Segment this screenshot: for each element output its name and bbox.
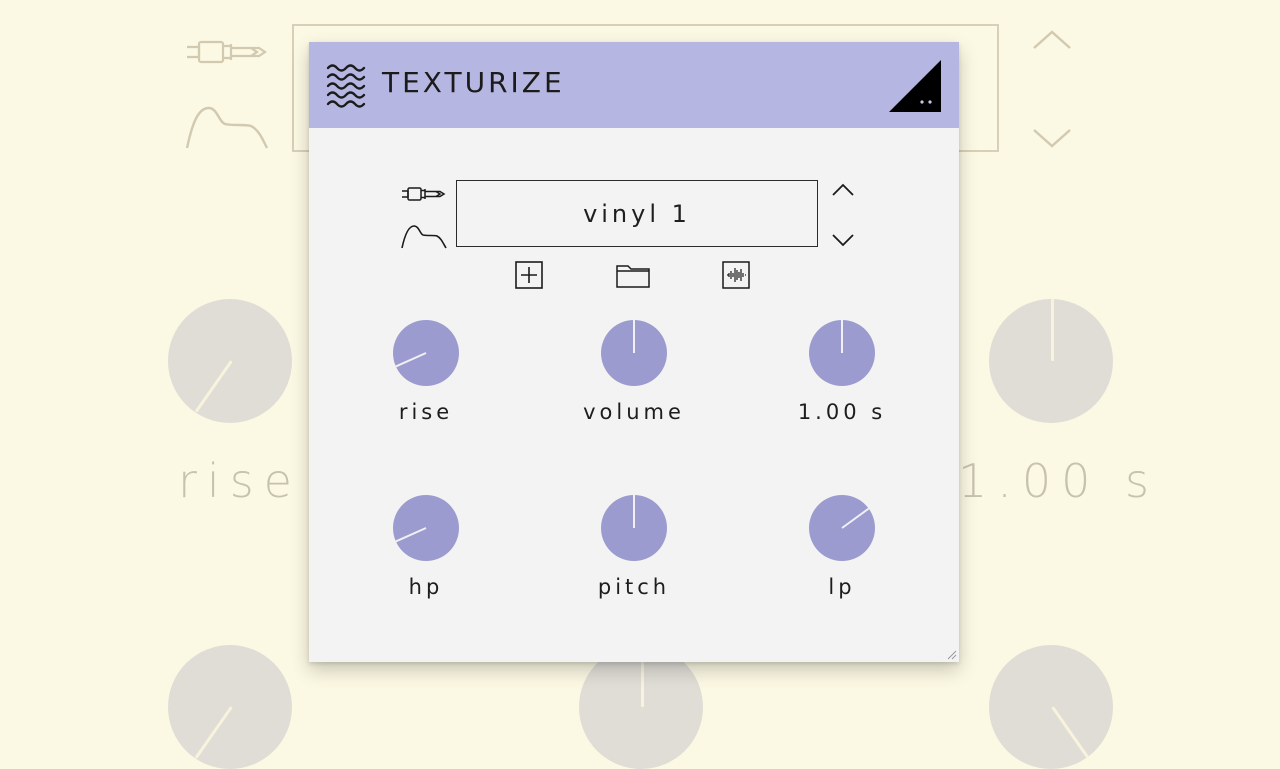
knob-lp-indicator [841, 507, 870, 529]
plugin-title: TEXTURIZE [382, 66, 565, 99]
knob-hp[interactable] [393, 495, 459, 561]
knob-hp-indicator [395, 527, 427, 543]
preset-next-chevron-down-icon[interactable] [831, 232, 855, 248]
sample-waveform-icon[interactable] [721, 260, 751, 290]
plugin-header: TEXTURIZE [309, 42, 959, 128]
envelope-icon [401, 225, 447, 249]
waves-logo-icon [326, 64, 366, 108]
knob-lp[interactable] [809, 495, 875, 561]
preset-previous-chevron-up-icon[interactable] [831, 182, 855, 198]
knob-time-indicator [841, 320, 843, 353]
background-knob-pitch [579, 645, 703, 769]
background-envelope-icon [185, 106, 269, 149]
background-label-time: 1.00 s [958, 454, 1160, 508]
knob-volume-label: volume [583, 400, 685, 424]
background-knob-hp [168, 645, 292, 769]
knob-volume-indicator [633, 320, 635, 353]
background-chevron-down-icon [1033, 129, 1071, 148]
knob-hp-label: hp [408, 575, 444, 599]
background-label-rise: rise [178, 454, 302, 508]
knob-pitch-label: pitch [597, 575, 671, 599]
preset-name-display[interactable]: vinyl 1 [456, 180, 818, 247]
background-chevron-up-icon [1033, 30, 1071, 49]
background-knob-rise [168, 299, 292, 423]
load-folder-icon[interactable] [615, 260, 651, 290]
background-cable-icon [187, 40, 267, 64]
texturize-plugin-window: TEXTURIZE vinyl 1 rise volume 1.00 s hp … [309, 42, 959, 662]
knob-rise[interactable] [393, 320, 459, 386]
knob-pitch[interactable] [601, 495, 667, 561]
new-preset-plus-square-icon[interactable] [514, 260, 544, 290]
knob-pitch-indicator [633, 495, 635, 528]
background-knob-lp [989, 645, 1113, 769]
corner-menu-icon[interactable] [887, 58, 943, 114]
knob-rise-label: rise [398, 400, 454, 424]
resize-grip-icon[interactable] [945, 648, 957, 660]
knob-volume[interactable] [601, 320, 667, 386]
knob-time[interactable] [809, 320, 875, 386]
knob-rise-indicator [395, 352, 427, 368]
knob-time-label: 1.00 s [797, 400, 887, 424]
audio-cable-icon [402, 187, 446, 201]
background-knob-time [989, 299, 1113, 423]
knob-lp-label: lp [828, 575, 856, 599]
